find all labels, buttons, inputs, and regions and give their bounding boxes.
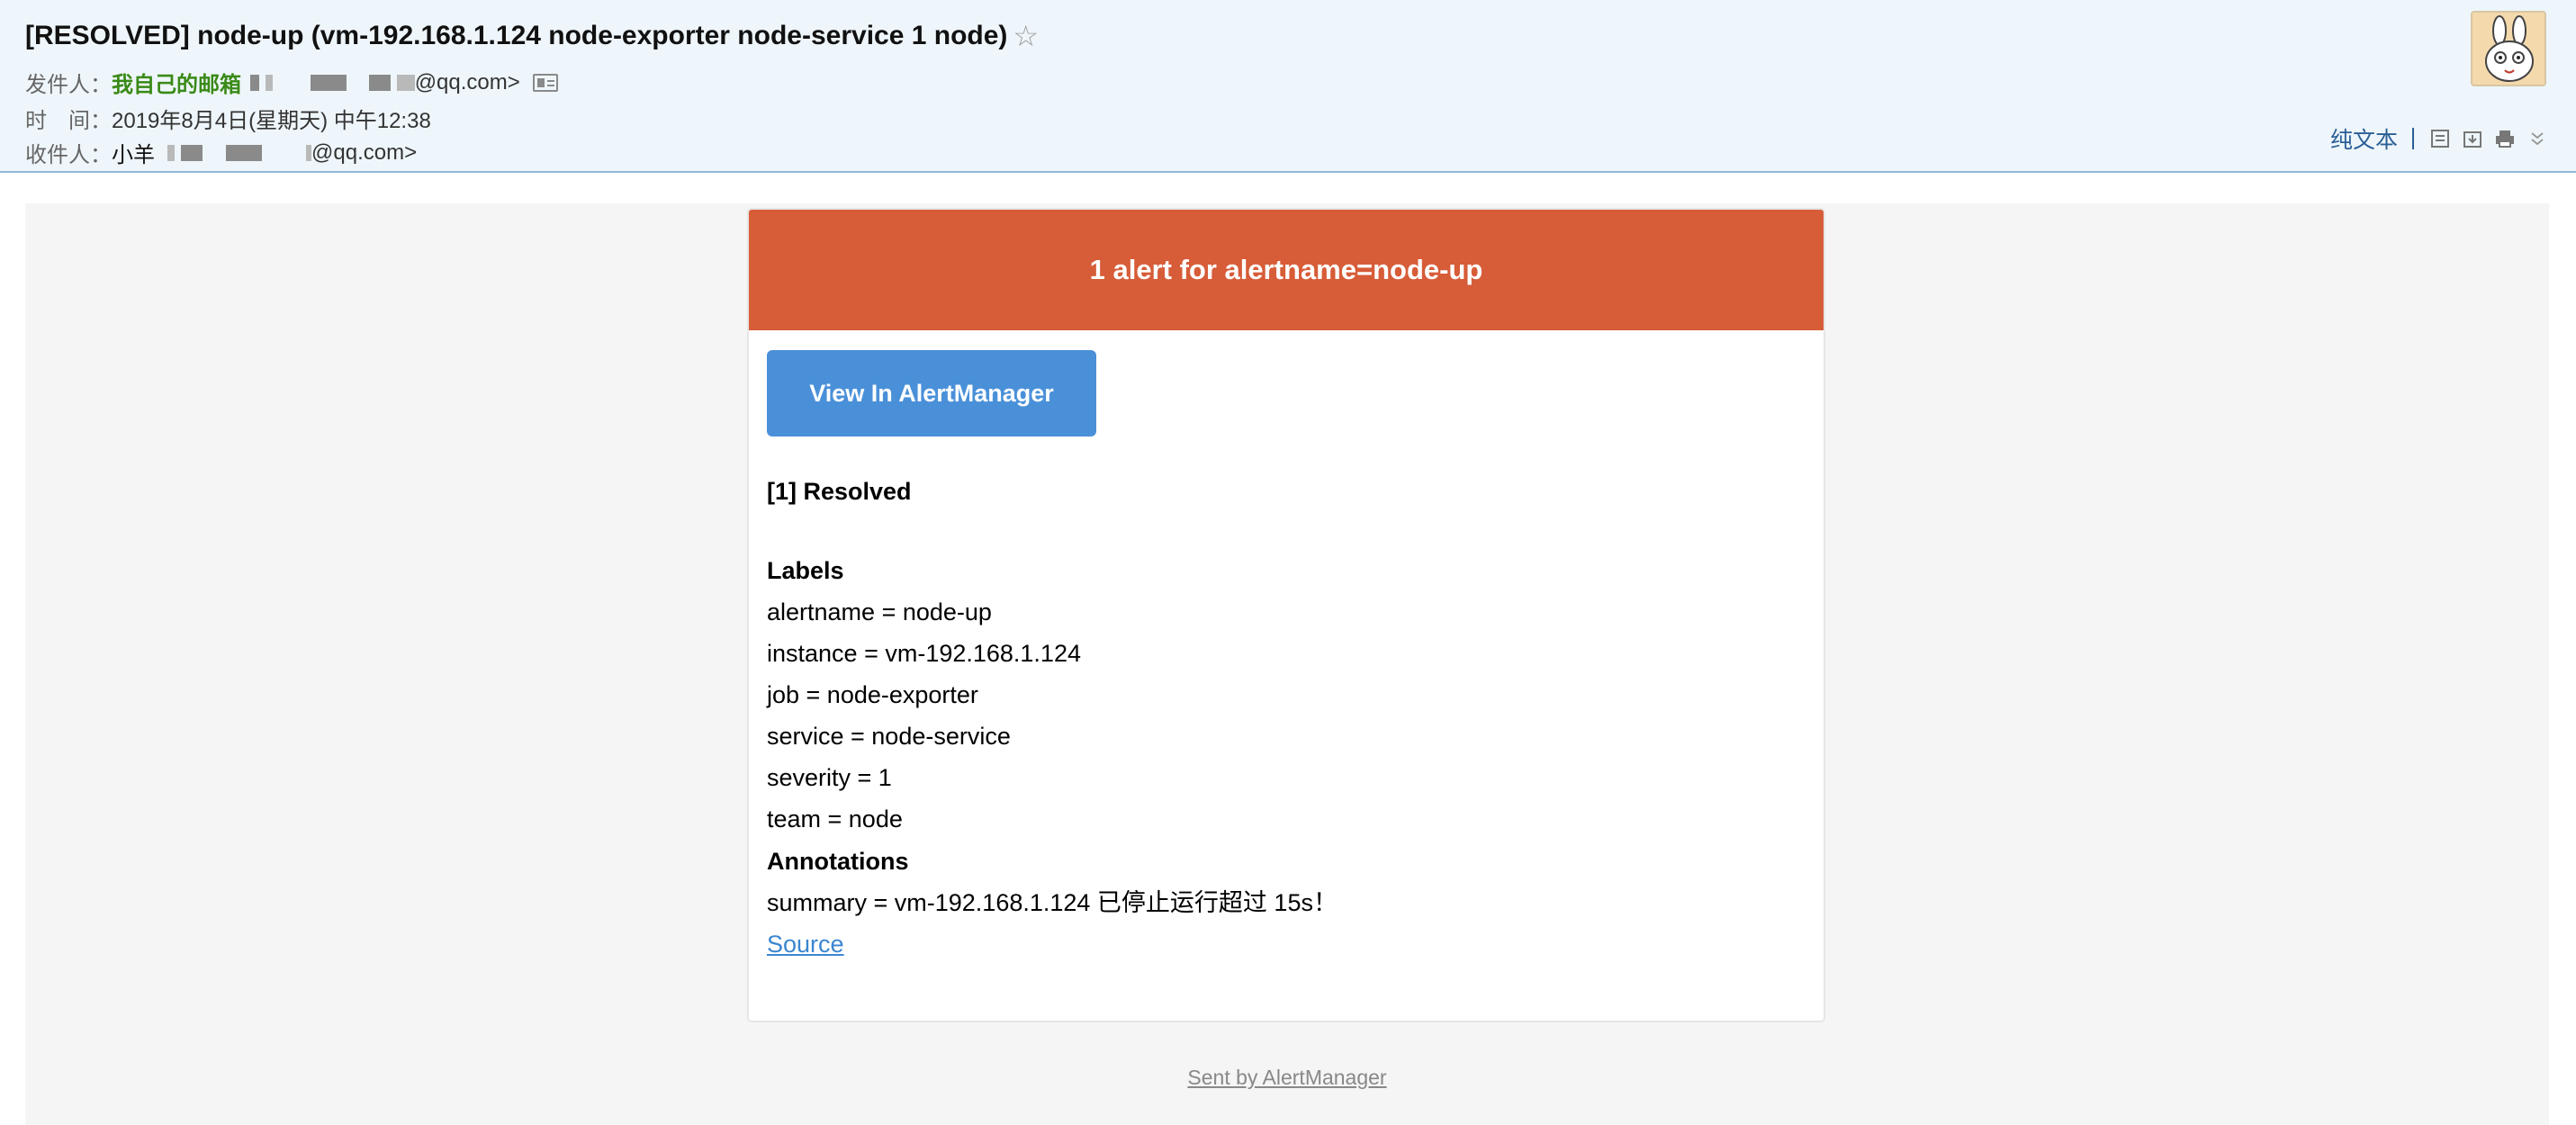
print-icon[interactable] xyxy=(2493,128,2517,149)
source-link[interactable]: Source xyxy=(767,929,844,959)
label-item: service = node-service xyxy=(767,723,1011,750)
labels-heading: Labels xyxy=(767,557,844,584)
download-icon[interactable] xyxy=(2461,128,2484,149)
avatar[interactable] xyxy=(2471,11,2546,86)
footer: Sent by AlertManager xyxy=(25,1066,2549,1090)
mail-body: 1 alert for alertname=node-up View In Al… xyxy=(25,203,2549,1125)
sender-name[interactable]: 我自己的邮箱 xyxy=(112,67,241,98)
note-icon[interactable] xyxy=(2428,128,2452,149)
toolbar-separator xyxy=(2412,128,2414,149)
time-value: 2019年8月4日(星期天) 中午12:38 xyxy=(112,109,431,133)
redacted-email-block xyxy=(250,70,415,95)
subject-row: [RESOLVED] node-up (vm-192.168.1.124 nod… xyxy=(25,16,1039,56)
label-item: alertname = node-up xyxy=(767,598,992,626)
redacted-email-block xyxy=(167,140,312,166)
alert-card: 1 alert for alertname=node-up View In Al… xyxy=(747,208,1825,1022)
label-item: severity = 1 xyxy=(767,764,892,791)
time-row: 时 间： 2019年8月4日(星期天) 中午12:38 xyxy=(25,103,431,134)
annotation-item: summary = vm-192.168.1.124 已停止运行超过 15s！ xyxy=(767,889,1338,916)
sender-label: 发件人： xyxy=(25,73,112,97)
contact-card-icon[interactable] xyxy=(532,73,558,92)
view-in-alertmanager-button[interactable]: View In AlertManager xyxy=(767,350,1096,436)
plain-text-link[interactable]: 纯文本 xyxy=(2330,122,2398,155)
mail-toolbar: 纯文本 xyxy=(2330,122,2549,155)
mail-subject: [RESOLVED] node-up (vm-192.168.1.124 nod… xyxy=(25,21,1008,50)
recipient-name[interactable]: 小羊 xyxy=(112,137,155,168)
label-item: team = node xyxy=(767,806,903,832)
recipient-label: 收件人： xyxy=(25,143,112,167)
recipient-row: 收件人： 小羊 @qq.com> xyxy=(25,137,417,168)
sender-row: 发件人： 我自己的邮箱 @qq.com> xyxy=(25,67,558,98)
annotations-heading: Annotations xyxy=(767,848,909,875)
resolved-heading: [1] Resolved xyxy=(767,478,912,505)
sent-by-alertmanager-link[interactable]: Sent by AlertManager xyxy=(1187,1066,1386,1089)
label-item: instance = vm-192.168.1.124 xyxy=(767,640,1081,667)
alert-banner: 1 alert for alertname=node-up xyxy=(749,210,1824,330)
time-label: 时 间： xyxy=(25,109,112,133)
sender-email: @qq.com> xyxy=(414,69,520,94)
chevron-down-icon[interactable] xyxy=(2526,128,2549,149)
mail-header: [RESOLVED] node-up (vm-192.168.1.124 nod… xyxy=(0,0,2576,173)
star-icon[interactable]: ☆ xyxy=(1013,22,1039,50)
recipient-email: @qq.com> xyxy=(311,140,418,165)
label-item: job = node-exporter xyxy=(767,681,978,708)
